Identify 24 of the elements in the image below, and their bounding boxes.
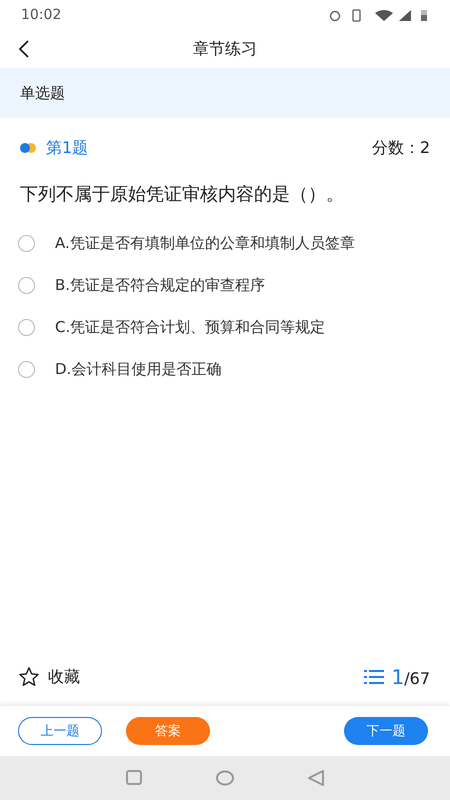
- page-title: 章节练习: [193, 38, 257, 60]
- status-time: 10:02: [21, 7, 62, 23]
- radio-button[interactable]: [18, 318, 35, 336]
- radio-button[interactable]: [18, 360, 35, 378]
- radio-button[interactable]: [18, 234, 35, 252]
- home-icon[interactable]: [215, 770, 235, 786]
- answer-option[interactable]: B.凭证是否符合规定的审查程序: [18, 264, 450, 306]
- list-icon[interactable]: [364, 669, 384, 685]
- dots-icon: [18, 142, 38, 154]
- section-label: 单选题: [20, 84, 65, 102]
- back-icon[interactable]: [18, 40, 30, 58]
- answer-option[interactable]: A.凭证是否有填制单位的公章和填制人员签章: [18, 222, 450, 264]
- question-number: 第1题: [46, 138, 88, 158]
- progress-counter: 1/67: [392, 665, 430, 689]
- answer-option[interactable]: C.凭证是否符合计划、预算和合同等规定: [18, 306, 450, 348]
- question-stem: 下列不属于原始凭证审核内容的是（）。: [19, 183, 345, 207]
- back-nav-icon[interactable]: [307, 770, 325, 786]
- favorite-button[interactable]: 收藏: [18, 666, 80, 688]
- recents-icon[interactable]: [125, 770, 143, 786]
- answer-option[interactable]: D.会计科目使用是否正确: [18, 348, 450, 390]
- next-button[interactable]: 下一题: [344, 717, 428, 745]
- radio-button[interactable]: [18, 276, 35, 294]
- score-label: 分数：2: [372, 138, 430, 158]
- previous-button[interactable]: 上一题: [18, 717, 102, 745]
